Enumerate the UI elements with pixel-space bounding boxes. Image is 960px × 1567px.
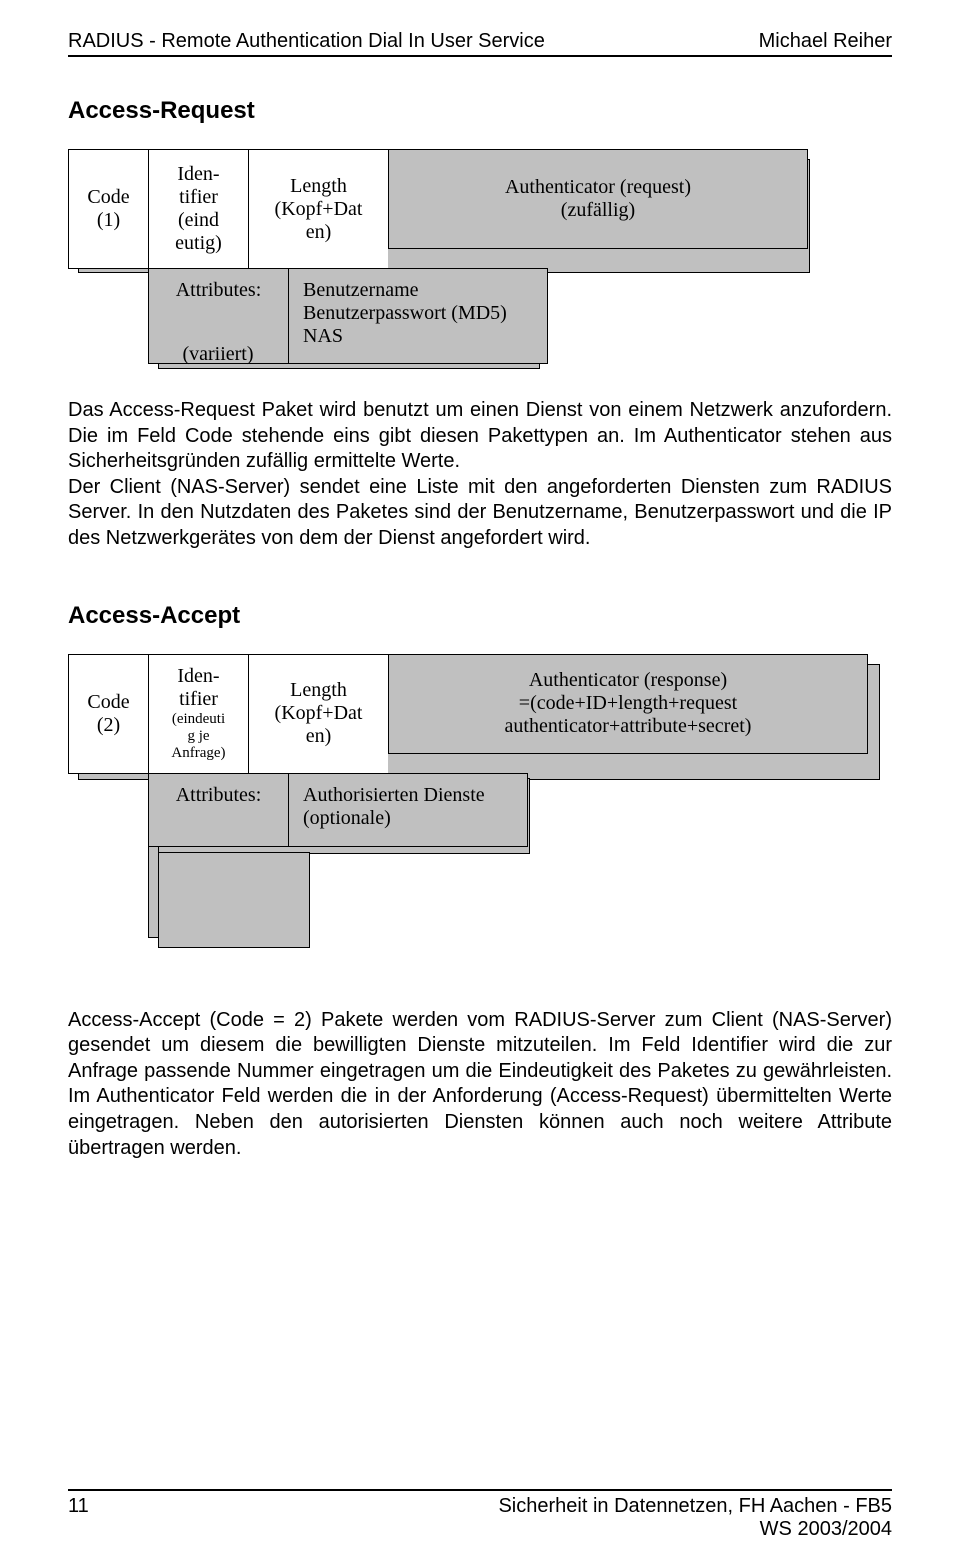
auth2-l1: Authenticator (response) [529,669,727,692]
code-label: Code [87,186,129,209]
field-attributes-values-2: Authorisierten Dienste (optionale) [288,773,528,847]
len2-l1: Length [290,679,347,702]
variiert-label: (variiert) [148,295,288,366]
len2-l3: en) [306,725,332,748]
field-identifier-2: Iden- tifier (eindeuti g je Anfrage) [148,654,248,774]
paragraph-access-accept: Access-Accept (Code = 2) Pakete werden v… [68,1008,892,1162]
field-attributes-values: Benutzername Benutzerpasswort (MD5) NAS [288,268,548,364]
attr2-label-text: Attributes: [176,784,262,807]
field-code: Code (1) [68,149,148,269]
id-l2: tifier [179,186,218,209]
packet-access-request: Code (1) Iden- tifier (eind eutig) Lengt… [68,149,892,364]
footer-right-line1: Sicherheit in Datennetzen, FH Aachen - F… [498,1495,892,1517]
auth2-l2: =(code+ID+length+request [519,692,737,715]
field-authenticator-2: Authenticator (response) =(code+ID+lengt… [388,654,868,754]
header-right: Michael Reiher [759,30,892,53]
footer-right-line2: WS 2003/2004 [760,1518,892,1540]
auth-l2: (zufällig) [561,199,635,222]
field-code-2: Code (2) [68,654,148,774]
id-l4: eutig) [175,232,222,255]
paragraph-access-request: Das Access-Request Paket wird benutzt um… [68,398,892,552]
len2-l2: (Kopf+Dat [275,702,363,725]
header-rule [68,55,892,57]
footer-rule [68,1489,892,1491]
field-length-2: Length (Kopf+Dat en) [248,654,388,774]
page-header: RADIUS - Remote Authentication Dial In U… [68,30,892,53]
len-l3: en) [306,221,332,244]
code2-l2: (2) [97,714,120,737]
heading-access-request: Access-Request [68,97,892,125]
auth2-l3: authenticator+attribute+secret) [505,715,752,738]
heading-access-accept: Access-Accept [68,602,892,630]
code2-l1: Code [87,691,129,714]
id-l3: (eind [178,209,219,232]
id2-l1: Iden- [177,665,219,688]
field-authenticator: Authenticator (request) (zufällig) [388,149,808,249]
id2-sm3: Anfrage) [171,745,225,762]
len-l2: (Kopf+Dat [275,198,363,221]
field-length: Length (Kopf+Dat en) [248,149,388,269]
page-footer: 11 Sicherheit in Datennetzen, FH Aachen … [68,1489,892,1541]
field-identifier: Iden- tifier (eind eutig) [148,149,248,269]
auth-l1: Authenticator (request) [505,176,691,199]
footer-page-number: 11 [68,1495,89,1541]
id2-l2: tifier [179,688,218,711]
len-l1: Length [290,175,347,198]
id2-sm2: g je [187,728,209,745]
packet-access-accept: Code (2) Iden- tifier (eindeuti g je Anf… [68,654,892,974]
id2-sm1: (eindeuti [172,711,225,728]
field-attributes-label-2: Attributes: [148,773,288,847]
code-value: (1) [97,209,120,232]
header-left: RADIUS - Remote Authentication Dial In U… [68,30,545,53]
id-l1: Iden- [177,163,219,186]
